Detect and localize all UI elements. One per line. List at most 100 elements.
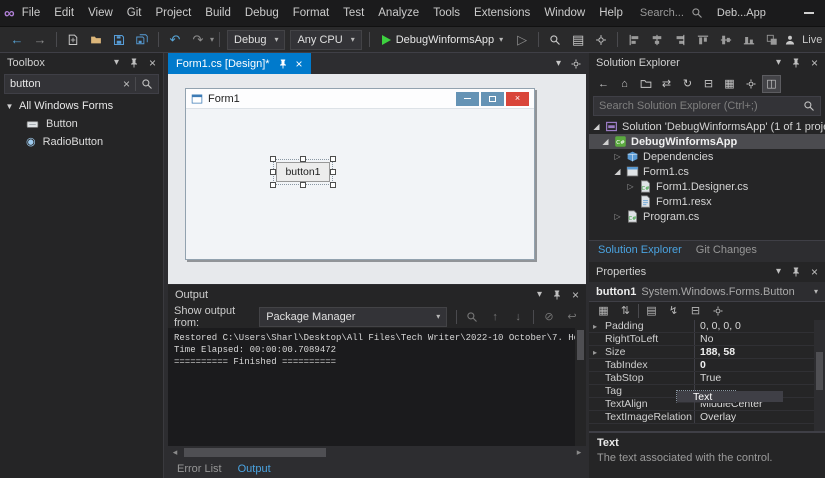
find-in-files-icon[interactable] [544, 30, 566, 50]
make-same-size-icon[interactable] [761, 30, 783, 50]
redo-dropdown-icon[interactable]: ▾ [210, 36, 214, 44]
output-vertical-scrollbar[interactable] [575, 328, 586, 446]
window-menu-icon[interactable]: ▾ [537, 290, 542, 300]
align-centers-icon[interactable] [646, 30, 668, 50]
tree-item-dependencies[interactable]: ▷ Dependencies [589, 149, 825, 164]
menu-analyze[interactable]: Analyze [371, 4, 426, 22]
toolbox-search[interactable]: × [4, 74, 159, 94]
menu-window[interactable]: Window [537, 4, 592, 22]
property-value[interactable]: Overlay [695, 411, 825, 423]
align-lefts-icon[interactable] [623, 30, 645, 50]
property-value[interactable]: button1 [783, 391, 788, 402]
menu-format[interactable]: Format [286, 4, 336, 22]
tab-output[interactable]: Output [238, 463, 271, 475]
menu-extensions[interactable]: Extensions [467, 4, 537, 22]
home-icon[interactable]: ⌂ [615, 75, 634, 93]
menu-debug[interactable]: Debug [238, 4, 286, 22]
scrollbar-thumb[interactable] [184, 448, 326, 457]
property-value[interactable]: No [695, 333, 825, 345]
solution-explorer-search-input[interactable] [599, 100, 798, 112]
scroll-right-icon[interactable]: ▸ [572, 447, 586, 458]
tree-item-solution[interactable]: ◢ Solution 'DebugWinformsApp' (1 of 1 pr… [589, 119, 825, 134]
undo-icon[interactable]: ↶ [164, 30, 186, 50]
output-log[interactable]: Restored C:\Users\Sharl\Desktop\All File… [168, 328, 586, 446]
toolbox-item-button[interactable]: Button [0, 115, 163, 133]
window-menu-icon[interactable]: ▾ [776, 267, 781, 277]
tree-item-project[interactable]: ◢ C# DebugWinformsApp [589, 134, 825, 149]
expanded-icon[interactable]: ▼ [5, 102, 14, 111]
properties-gear-icon[interactable] [741, 75, 760, 93]
pin-icon[interactable] [128, 57, 140, 69]
solution-platform-dropdown[interactable]: Any CPU ▾ [290, 30, 361, 50]
new-project-icon[interactable] [62, 30, 84, 50]
designer-canvas[interactable]: Form1 × button1 [168, 74, 586, 284]
menu-test[interactable]: Test [336, 4, 371, 22]
pin-icon[interactable] [551, 289, 563, 301]
designed-form-window[interactable]: Form1 × button1 [185, 88, 535, 260]
output-source-dropdown[interactable]: Package Manager ▾ [259, 307, 447, 327]
resize-handle-bottom[interactable] [300, 182, 306, 188]
tree-item-form1-cs[interactable]: ◢ Form1.cs [589, 164, 825, 179]
live-share-button[interactable]: Live Share ▾ [784, 34, 825, 46]
expanded-icon[interactable]: ◢ [613, 167, 622, 176]
tab-error-list[interactable]: Error List [177, 463, 222, 475]
property-value[interactable]: 188, 58 [695, 346, 825, 358]
back-icon[interactable]: ← [594, 75, 613, 93]
refresh-icon[interactable]: ↻ [678, 75, 697, 93]
property-pages-gear-icon[interactable] [708, 302, 727, 320]
sync-with-active-document-icon[interactable]: ⇄ [657, 75, 676, 93]
collapsed-icon[interactable]: ▷ [613, 212, 622, 221]
alphabetical-icon[interactable]: ⇅ [616, 302, 635, 320]
expander-icon[interactable]: ▸ [593, 348, 597, 357]
property-row-textimagerelation[interactable]: TextImageRelation Overlay [589, 411, 825, 424]
menu-edit[interactable]: Edit [47, 4, 81, 22]
property-value[interactable]: True [695, 372, 825, 384]
active-files-dropdown-icon[interactable]: ▾ [556, 59, 561, 69]
properties-scrollbar[interactable] [814, 320, 825, 431]
properties-window-icon[interactable] [590, 30, 612, 50]
property-row-size[interactable]: ▸Size 188, 58 [589, 346, 825, 359]
navigate-forward-icon[interactable]: → [29, 30, 51, 50]
resize-handle-top[interactable] [300, 156, 306, 162]
window-options-icon[interactable] [570, 58, 582, 70]
property-row-tabindex[interactable]: TabIndex 0 [589, 359, 825, 372]
resize-handle-top-right[interactable] [330, 156, 336, 162]
resize-handle-right[interactable] [330, 169, 336, 175]
menu-file[interactable]: File [15, 4, 48, 22]
align-middles-icon[interactable] [715, 30, 737, 50]
clear-search-icon[interactable]: × [123, 78, 130, 90]
global-search[interactable]: Search... [630, 7, 713, 19]
close-tab-icon[interactable]: × [296, 58, 303, 70]
navigate-back-icon[interactable]: ← [6, 30, 28, 50]
pin-icon[interactable] [790, 57, 802, 69]
resize-handle-bottom-left[interactable] [270, 182, 276, 188]
close-icon[interactable]: × [811, 57, 818, 69]
word-wrap-icon[interactable]: ↩ [564, 310, 580, 323]
selected-control-bounds[interactable]: button1 [273, 159, 333, 185]
tree-item-form1-designer-cs[interactable]: ▷ C# Form1.Designer.cs [589, 179, 825, 194]
output-horizontal-scrollbar[interactable]: ◂ ▸ [168, 446, 586, 459]
save-all-icon[interactable] [131, 30, 153, 50]
solution-explorer-search[interactable] [593, 96, 821, 116]
solution-explorer-header[interactable]: Solution Explorer ▾ × [589, 53, 825, 73]
property-row-tabstop[interactable]: TabStop True [589, 372, 825, 385]
toolbox-search-input[interactable] [10, 78, 118, 90]
align-tops-icon[interactable] [692, 30, 714, 50]
clear-all-icon[interactable]: ⊘ [541, 310, 557, 323]
switch-views-icon[interactable] [636, 75, 655, 93]
messages-icon[interactable]: ⊟ [686, 302, 705, 320]
resize-handle-top-left[interactable] [270, 156, 276, 162]
redo-icon[interactable]: ↷ [187, 30, 209, 50]
save-icon[interactable] [108, 30, 130, 50]
minimize-button[interactable] [792, 0, 825, 26]
menu-build[interactable]: Build [198, 4, 238, 22]
toolbox-group-all-windows-forms[interactable]: ▼ All Windows Forms [0, 97, 163, 115]
window-menu-icon[interactable]: ▾ [776, 58, 781, 68]
find-message-icon[interactable] [464, 311, 480, 323]
property-value[interactable]: 0, 0, 0, 0 [695, 320, 825, 332]
toolbox-header[interactable]: Toolbox ▾ × [0, 53, 163, 73]
categorized-icon[interactable]: ▦ [594, 302, 613, 320]
expander-icon[interactable]: ▸ [593, 322, 597, 331]
tab-solution-explorer[interactable]: Solution Explorer [598, 244, 682, 256]
tree-item-form1-resx[interactable]: Form1.resx [589, 194, 825, 209]
